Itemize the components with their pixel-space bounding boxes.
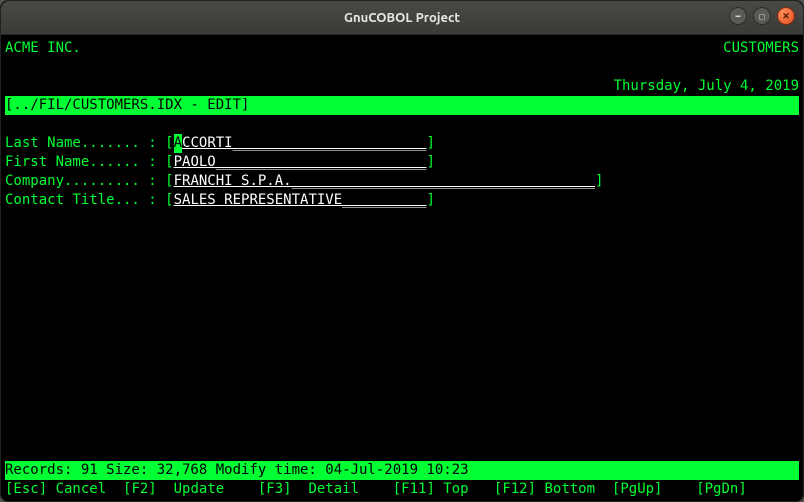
maximize-button[interactable] [753,7,771,25]
terminal: ACME INC. CUSTOMERS Thursday, July 4, 20… [1,35,803,501]
spacer [5,115,799,134]
open-bracket: [ [165,191,173,210]
cursor: A [174,134,182,153]
open-bracket: [ [165,172,173,191]
breadcrumb: [../FIL/CUSTOMERS.IDX - EDIT] [5,96,799,115]
bottom-area: Records: 91 Size: 32,768 Modify time: 04… [5,461,799,499]
window-title: GnuCOBOL Project [1,11,803,25]
close-bracket: ] [595,172,603,191]
field-first-name[interactable]: First Name...... : [PAOLO_______________… [5,153,799,172]
window-controls [729,7,795,25]
header-row: ACME INC. CUSTOMERS [5,39,799,58]
open-bracket: [ [165,153,173,172]
close-button[interactable] [777,7,795,25]
status-bar: Records: 91 Size: 32,768 Modify time: 04… [5,461,799,480]
fn-f11[interactable]: [F11] Top [393,480,494,499]
field-last-name[interactable]: Last Name....... : [ACCORTI_____________… [5,134,799,153]
field-contact-title[interactable]: Contact Title... : [SALES REPRESENTATIVE… [5,191,799,210]
first-name-value[interactable]: PAOLO_________________________ [174,153,427,172]
titlebar: GnuCOBOL Project [1,1,803,35]
company-value[interactable]: FRANCHI S.P.A.__________________________… [174,172,595,191]
fn-key-row: [Esc] Cancel [F2] Update [F3] Detail [F1… [5,480,799,499]
fn-pgdn[interactable]: [PgDn] [696,480,763,499]
date-text: Thursday, July 4, 2019 [614,77,799,96]
close-bracket: ] [426,153,434,172]
fn-f3[interactable]: [F3] Detail [258,480,393,499]
fn-f2[interactable]: [F2] Update [123,480,258,499]
close-bracket: ] [426,191,434,210]
screen-name: CUSTOMERS [723,39,799,58]
company-label: Company......... : [5,172,165,191]
minimize-button[interactable] [729,7,747,25]
contact-title-label: Contact Title... : [5,191,165,210]
app-window: GnuCOBOL Project ACME INC. CUSTOMERS Thu… [0,0,804,502]
fn-esc[interactable]: [Esc] Cancel [5,480,123,499]
field-company[interactable]: Company......... : [FRANCHI S.P.A.______… [5,172,799,191]
company-name: ACME INC. [5,39,81,58]
fn-pgup[interactable]: [PgUp] [612,480,696,499]
date-row: Thursday, July 4, 2019 [5,77,799,96]
last-name-label: Last Name....... : [5,134,165,153]
close-bracket: ] [426,134,434,153]
first-name-label: First Name...... : [5,153,165,172]
fn-f12[interactable]: [F12] Bottom [494,480,612,499]
last-name-value[interactable]: CCORTI_______________________ [182,134,426,153]
open-bracket: [ [165,134,173,153]
contact-title-value[interactable]: SALES REPRESENTATIVE__________ [174,191,427,210]
